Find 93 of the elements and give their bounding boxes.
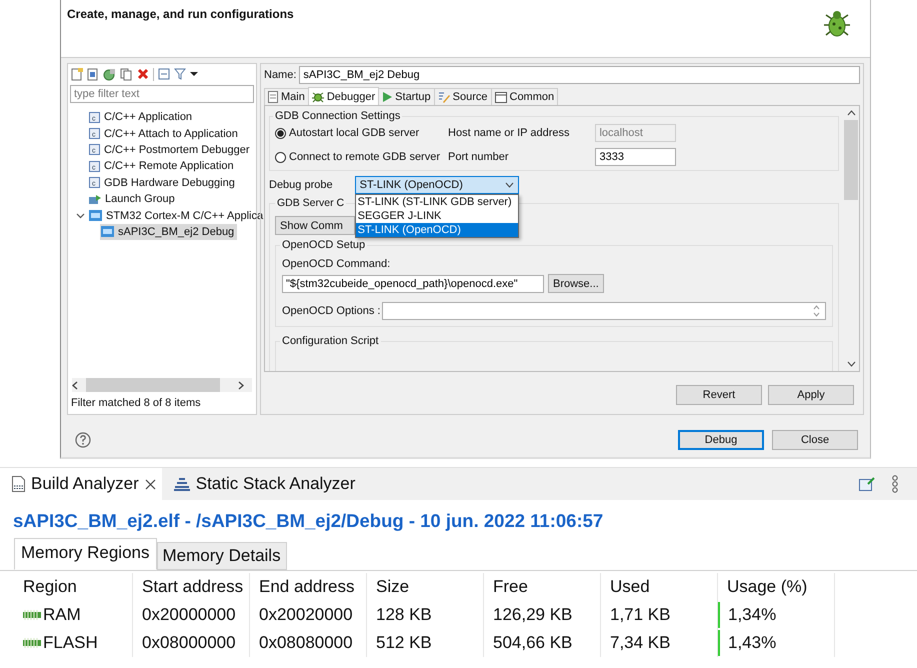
expand-chevron-icon[interactable] bbox=[76, 211, 85, 220]
column-header[interactable]: End address bbox=[250, 573, 367, 601]
port-field[interactable]: 3333 bbox=[595, 148, 676, 166]
more-options-icon[interactable] bbox=[891, 475, 899, 493]
column-header[interactable]: Region bbox=[14, 573, 133, 601]
duplicate-icon[interactable] bbox=[120, 68, 133, 80]
collapse-all-icon[interactable] bbox=[158, 68, 170, 80]
analyzer-title: sAPI3C_BM_ej2.elf - /sAPI3C_BM_ej2/Debug - 10 jun. 2022 11:06:57 bbox=[12, 509, 604, 532]
name-field[interactable]: sAPI3C_BM_ej2 Debug bbox=[299, 66, 860, 84]
config-tab[interactable]: Main bbox=[264, 88, 309, 105]
document-icon bbox=[268, 91, 278, 103]
column-header[interactable]: Size bbox=[367, 573, 484, 601]
ide-icon bbox=[101, 226, 114, 238]
tree-item[interactable]: sAPI3C_BM_ej2 Debug bbox=[100, 224, 238, 240]
dialog-button[interactable]: Debug bbox=[678, 430, 764, 450]
options-field[interactable] bbox=[382, 302, 826, 320]
window-icon bbox=[494, 92, 506, 102]
tree-item[interactable]: STM32 Cortex-M C/C++ Applica bbox=[88, 208, 266, 224]
table-cell: 0x20020000 bbox=[250, 601, 367, 629]
group-title: OpenOCD Setup bbox=[281, 239, 366, 251]
spinner-icon bbox=[813, 303, 820, 319]
horizontal-scrollbar[interactable] bbox=[72, 378, 252, 392]
table-cell: 512 KB bbox=[367, 629, 484, 657]
table-cell: 1,34% bbox=[728, 605, 776, 625]
scroll-up-icon[interactable] bbox=[846, 110, 856, 116]
dropdown-option[interactable]: SEGGER J-LINK bbox=[356, 209, 518, 223]
scroll-down-icon[interactable] bbox=[846, 361, 856, 367]
filter-status-text: Filter matched 8 of 8 items bbox=[70, 396, 202, 411]
table-cell: FLASH bbox=[14, 629, 133, 657]
view-tab[interactable]: Build Analyzer bbox=[0, 468, 162, 500]
radio-indicator[interactable] bbox=[275, 128, 286, 138]
debug-probe-dropdown[interactable]: ST-LINK (OpenOCD) bbox=[354, 176, 519, 194]
table-cell: 0x08000000 bbox=[133, 629, 250, 657]
view-tab[interactable]: Static Stack Analyzer bbox=[162, 468, 362, 500]
delete-icon[interactable] bbox=[137, 68, 149, 80]
tree-item[interactable]: Launch Group bbox=[88, 191, 178, 208]
radio-indicator[interactable] bbox=[275, 152, 286, 162]
table-cell: 128 KB bbox=[367, 601, 484, 629]
ide-icon bbox=[89, 210, 102, 222]
play-icon bbox=[382, 92, 392, 102]
new-config-icon[interactable] bbox=[71, 68, 83, 80]
dropdown-option[interactable]: ST-LINK (OpenOCD) bbox=[356, 223, 518, 237]
new-prototype-icon[interactable] bbox=[87, 68, 99, 80]
memory-chip-icon bbox=[23, 638, 41, 648]
launch-group-icon bbox=[89, 194, 101, 205]
command-label: OpenOCD Command: bbox=[282, 258, 392, 270]
sub-tab[interactable]: Memory Regions bbox=[14, 538, 156, 570]
group-title: Configuration Script bbox=[281, 335, 380, 347]
config-tab[interactable]: Source bbox=[434, 88, 492, 105]
table-cell: 504,66 KB bbox=[484, 629, 601, 657]
bug-icon bbox=[312, 90, 324, 102]
config-tab[interactable]: Common bbox=[490, 88, 558, 105]
filter-field[interactable]: type filter text bbox=[70, 85, 254, 103]
browse-button[interactable]: Browse... bbox=[548, 274, 604, 293]
caret-icon[interactable] bbox=[190, 71, 198, 77]
action-button[interactable]: Revert bbox=[676, 385, 762, 405]
dropdown-option[interactable]: ST-LINK (ST-LINK GDB server) bbox=[356, 195, 518, 209]
binary-file-icon bbox=[12, 476, 25, 492]
table-cell: 1,43% bbox=[728, 633, 776, 653]
filter-icon[interactable] bbox=[174, 68, 186, 80]
command-field[interactable]: "${stm32cubeide_openocd_path}\openocd.exe" bbox=[282, 274, 544, 292]
table-cell: 0x20000000 bbox=[133, 601, 250, 629]
options-label: OpenOCD Options : bbox=[282, 305, 380, 317]
dialog-button[interactable]: Close bbox=[772, 430, 858, 450]
sub-tab[interactable]: Memory Details bbox=[156, 542, 287, 570]
action-button[interactable]: Apply bbox=[768, 385, 854, 405]
host-label: Host name or IP address bbox=[448, 126, 570, 141]
column-header[interactable]: Free bbox=[484, 573, 601, 601]
column-header[interactable]: Usage (%) bbox=[718, 573, 835, 601]
group-title: GDB Connection Settings bbox=[274, 110, 402, 122]
column-header[interactable]: Start address bbox=[133, 573, 250, 601]
config-tab[interactable]: Debugger bbox=[308, 87, 380, 105]
port-label: Port number bbox=[448, 150, 510, 165]
close-icon[interactable] bbox=[144, 478, 156, 490]
chevron-down-icon bbox=[504, 182, 514, 188]
name-label: Name: bbox=[264, 69, 296, 81]
memory-chip-icon bbox=[23, 610, 41, 620]
table-cell: 126,29 KB bbox=[484, 601, 601, 629]
radio-button[interactable]: Autostart local GDB server bbox=[275, 124, 440, 142]
debug-probe-label: Debug probe bbox=[269, 179, 333, 191]
config-tab[interactable]: Startup bbox=[378, 88, 435, 105]
table-cell: 0x08080000 bbox=[250, 629, 367, 657]
pin-icon[interactable] bbox=[859, 477, 875, 491]
help-icon[interactable] bbox=[75, 432, 91, 448]
radio-button[interactable]: Connect to remote GDB server bbox=[275, 148, 440, 166]
table-cell: RAM bbox=[14, 601, 133, 629]
source-lookup-icon bbox=[438, 91, 450, 103]
dialog-heading: Create, manage, and run configurations bbox=[67, 7, 294, 21]
show-command-button[interactable]: Show Comm bbox=[275, 216, 355, 235]
group-title: GDB Server C bbox=[275, 197, 346, 209]
stack-icon bbox=[174, 477, 190, 491]
export-icon[interactable] bbox=[103, 68, 116, 80]
column-header[interactable]: Used bbox=[601, 573, 718, 601]
